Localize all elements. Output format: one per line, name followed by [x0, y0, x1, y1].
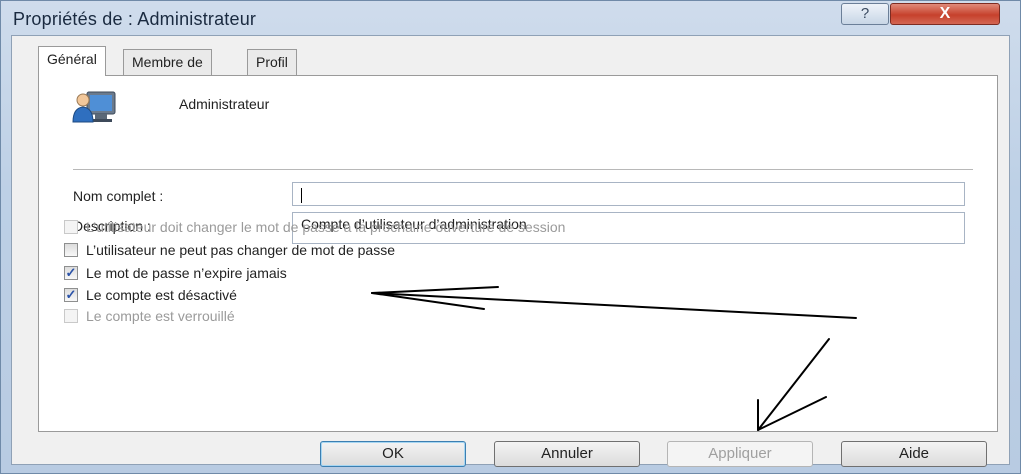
text-caret: [301, 187, 302, 203]
tab-member-of[interactable]: Membre de: [123, 49, 212, 75]
ok-button[interactable]: OK: [320, 441, 466, 467]
separator: [73, 169, 973, 170]
close-button[interactable]: X: [890, 3, 1000, 25]
window-title: Propriétés de : Administrateur: [13, 9, 257, 29]
close-icon: X: [939, 5, 951, 22]
full-name-field[interactable]: [292, 182, 965, 206]
help-title-button[interactable]: ?: [841, 3, 889, 25]
tab-profile[interactable]: Profil: [247, 49, 297, 75]
question-icon: ?: [860, 5, 870, 22]
checkbox-box: [64, 243, 78, 257]
full-name-label: Nom complet :: [73, 188, 164, 204]
check-mark-icon: ✓: [64, 287, 78, 302]
checkbox-label: Le compte est verrouillé: [86, 308, 235, 324]
checkbox-label: L’utilisateur doit changer le mot de pas…: [86, 219, 566, 235]
checkbox-box: [64, 309, 78, 323]
help-button[interactable]: Aide: [841, 441, 987, 467]
title-bar[interactable]: Propriétés de : Administrateur ? X: [1, 1, 1020, 35]
cancel-button[interactable]: Annuler: [494, 441, 640, 467]
checkbox-box: [64, 220, 78, 234]
properties-window: Propriétés de : Administrateur ? X Génér…: [0, 0, 1021, 474]
checkbox-label: Le compte est désactivé: [86, 287, 237, 303]
check-mark-icon: ✓: [64, 265, 78, 280]
dialog-client: Général Membre de Profil Administrateur …: [11, 35, 1010, 467]
tab-general[interactable]: Général: [38, 46, 106, 76]
checkbox-label: L’utilisateur ne peut pas changer de mot…: [86, 242, 395, 258]
apply-button[interactable]: Appliquer: [667, 441, 813, 467]
user-monitor-icon: [71, 86, 119, 126]
checkbox-label: Le mot de passe n’expire jamais: [86, 265, 287, 281]
user-name: Administrateur: [179, 96, 270, 112]
